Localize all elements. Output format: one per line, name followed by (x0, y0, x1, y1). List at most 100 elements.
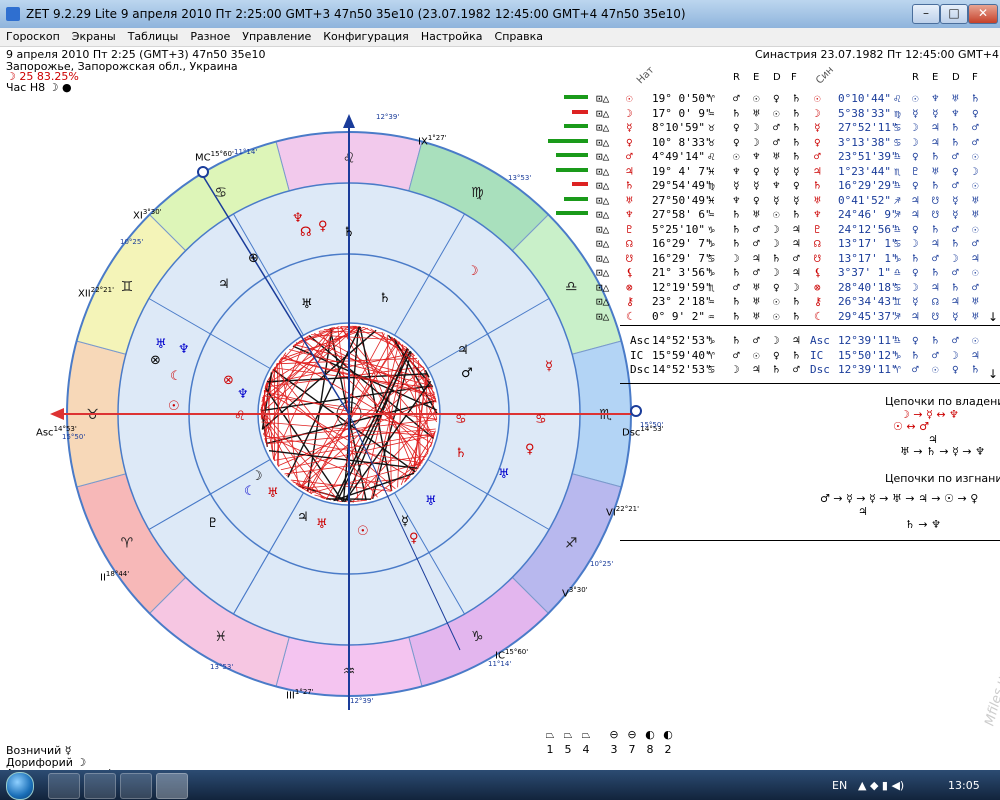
fall: ♂ (793, 251, 800, 265)
cusp-ix-text: IX (418, 136, 428, 148)
taskbar-calculator-icon[interactable] (48, 773, 80, 799)
taskbar-office-icon[interactable] (120, 773, 152, 799)
aspect-line (260, 383, 267, 416)
angle-sign: ♈ (708, 348, 715, 362)
language-indicator[interactable]: EN (832, 779, 847, 792)
menu-horoscope[interactable]: Гороскоп (0, 28, 66, 43)
table-row[interactable]: ⊡△ ☽ 17° 0' 9" ♒ ♄ ♅ ☉ ♄ ☽ 5°38'33" ♍ ☿ ☿ ♆ ♀ (548, 107, 998, 121)
syn-ruler: ☽ (912, 135, 919, 149)
planet-glyph-icon: ♋ (455, 412, 467, 427)
cusp-ix-degree: 1°27' (427, 134, 447, 142)
syn-planet-glyph: ☉ (814, 92, 821, 105)
syn-exaltation: ♄ (932, 150, 939, 163)
table-row[interactable]: ⊡△ ☉ 19° 0'50" ♈ ♂ ☉ ♀ ♄ ☉ 0°10'44" ♌ ☉ ♆ ♅ ♄ (548, 92, 998, 106)
aspect-line (418, 360, 421, 466)
aspect-line (309, 337, 393, 494)
syn-detriment: ♄ (952, 280, 959, 294)
syn-position: 24°12'56" (838, 222, 898, 236)
strength-bar (548, 138, 588, 143)
aspect-line (298, 485, 355, 503)
scroll-down-icon-2[interactable]: ↓ (988, 367, 998, 381)
fall: ♃ (793, 237, 800, 250)
menu-settings[interactable]: Настройка (415, 28, 489, 43)
table-row[interactable]: ⊡△ ♇ 5°25'10" ♑ ♄ ♂ ☽ ♃ ♇ 24°12'56" ♎ ♀ ♄ ♂ ☉ (548, 223, 998, 237)
aspect-line (292, 345, 438, 411)
menu-tables[interactable]: Таблицы (122, 28, 185, 43)
menu-misc[interactable]: Разное (184, 28, 236, 43)
aspect-boxes-icon: ⊡△ (596, 135, 610, 149)
table-row[interactable]: ⊡△ ☋ 16°29' 7" ♋ ☽ ♃ ♄ ♂ ☋ 13°17' 1" ♑ ♄ ♂ ☽ ♃ (548, 252, 998, 266)
clock[interactable]: 13:05 (948, 779, 980, 792)
aspect-line (404, 431, 436, 483)
table-row[interactable]: ⊡△ ♀ 10° 8'33" ♉ ♀ ☽ ♂ ♄ ♀ 3°13'38" ♋ ☽ ♃ ♄ ♂ (548, 136, 998, 150)
aspect-line (260, 406, 268, 447)
aspect-line (286, 368, 425, 477)
angle-row[interactable]: Dsc 14°52'53" ♋ ☽ ♃ ♄ ♂ Dsc 12°39'11" ♈ ♂ ☉ ♀ ♄ (548, 363, 998, 377)
aspect-line (277, 360, 280, 466)
sign-glyph: ♏ (708, 280, 715, 294)
angle-position: 14°52'53" (652, 334, 712, 347)
syn-detriment: ♄ (952, 237, 959, 250)
exaltation: ♂ (753, 237, 760, 250)
ruler: ♄ (733, 309, 740, 323)
ic-degree: 15°60' (504, 648, 529, 656)
aspect-line (343, 380, 432, 503)
menu-configuration[interactable]: Конфигурация (317, 28, 415, 43)
middle-ring (188, 253, 510, 575)
table-row[interactable]: ⊡△ ⚷ 23° 2'18" ♒ ♄ ♅ ☉ ♄ ⚷ 26°34'43" ♊ ☿ ☊ ♃ ♅ (548, 295, 998, 309)
menu-control[interactable]: Управление (236, 28, 317, 43)
fall: ♄ (793, 150, 800, 163)
mc-natal-axis (202, 175, 350, 415)
cusp-v-text: V (562, 588, 569, 600)
tray-icons[interactable]: ▲ ◆ ▮ ◀) (858, 779, 904, 792)
position: 23° 2'18" (652, 295, 712, 308)
table-row[interactable]: ⊡△ ♃ 19° 4' 7" ♓ ♆ ♀ ☿ ☿ ♃ 1°23'44" ♏ ♇ ♅ ♀ ☽ (548, 165, 998, 179)
table-row[interactable]: ⊡△ ☾ 0° 9' 2" ♒ ♄ ♅ ☉ ♄ ☾ 29°45'37" ♐ ♃ ☋ ☿ ♅ (548, 310, 998, 324)
syn-exaltation: ♃ (932, 135, 939, 149)
angle-name: IC (630, 348, 644, 362)
exile-chain-1: ♂ → ☿ → ☿ → ♅ → ♃ → ☉ → ♀ (820, 492, 979, 505)
table-row[interactable]: ⊡△ ⊗ 12°19'59" ♏ ♂ ♅ ♀ ☽ ⊗ 28°40'18" ♋ ☽ ♃ ♄ ♂ (548, 281, 998, 295)
menu-help[interactable]: Справка (489, 28, 549, 43)
top-degree: 12°39' (376, 113, 400, 121)
angle-row[interactable]: Asc 14°52'53" ♑ ♄ ♂ ☽ ♃ Asc 12°39'11" ♎ ♀ ♄ ♂ ☉ (548, 334, 998, 348)
taskbar-zet-icon[interactable] (156, 773, 188, 799)
planet-glyph-icon: ♋ (535, 412, 547, 427)
mc-arrow-icon (343, 114, 355, 128)
table-row[interactable]: ⊡△ ♆ 27°58' 6" ♒ ♄ ♅ ☉ ♄ ♆ 24°46' 9" ♐ ♃ ☋ ☿ ♅ (548, 208, 998, 222)
cusp-ii-degree: 18°44' (105, 570, 130, 578)
aspect-line (319, 330, 384, 334)
table-row[interactable]: ⊡△ ♅ 27°50'49" ♓ ♆ ♀ ☿ ☿ ♅ 0°41'52" ♐ ♃ ☋ ☿ ♅ (548, 194, 998, 208)
minimize-button[interactable]: – (912, 4, 940, 24)
table-row[interactable]: ⊡△ ☊ 16°29' 7" ♑ ♄ ♂ ☽ ♃ ☊ 13°17' 1" ♋ ☽ ♃ ♄ ♂ (548, 237, 998, 251)
scroll-down-icon[interactable]: ↓ (988, 310, 998, 324)
ruler: ☽ (733, 251, 740, 265)
planet-glyph: ♂ (626, 150, 633, 163)
planet-glyph-icon: ☾ (170, 369, 182, 384)
aspect-line (261, 372, 273, 430)
aspect-line (381, 332, 434, 439)
aspect-line (284, 455, 427, 475)
taskbar-media-player-icon[interactable] (84, 773, 116, 799)
ic-minute: 11°14' (488, 660, 512, 668)
angle-detriment: ♀ (773, 348, 780, 362)
zodiac-sign-icon: ♓ (214, 629, 227, 645)
col-synastry-header: Син (814, 64, 836, 87)
exaltation: ☿ (753, 179, 760, 192)
house-cusp-line (148, 459, 271, 530)
planet-glyph: ⚸ (626, 266, 635, 279)
detriment: ♅ (773, 150, 780, 163)
table-row[interactable]: ⊡△ ♄ 29°54'49" ♍ ☿ ☿ ♆ ♀ ♄ 16°29'29" ♎ ♀ ♄ ♂ ☉ (548, 179, 998, 193)
table-row[interactable]: ⊡△ ♂ 4°49'14" ♌ ☉ ♆ ♅ ♄ ♂ 23°51'39" ♎ ♀ ♄ ♂ ☉ (548, 150, 998, 164)
table-row[interactable]: ⊡△ ⚸ 21° 3'56" ♑ ♄ ♂ ☽ ♃ ⚸ 3°37' 1" ♎ ♀ ♄ ♂ ☉ (548, 266, 998, 280)
start-button-icon[interactable] (6, 772, 34, 800)
maximize-button[interactable]: □ (940, 4, 968, 24)
zodiac-segment (275, 131, 423, 192)
syn-angle-exaltation: ♂ (932, 348, 939, 362)
table-row[interactable]: ⊡△ ☿ 8°10'59" ♉ ♀ ☽ ♂ ♄ ☿ 27°52'11" ♋ ☽ ♃ ♄ ♂ (548, 121, 998, 135)
menu-screens[interactable]: Экраны (66, 28, 122, 43)
strength-bar (556, 167, 588, 172)
title-bar: ZET 9.2.29 Lite 9 апреля 2010 Пт 2:25:00… (0, 0, 1000, 29)
angle-row[interactable]: IC 15°59'40" ♈ ♂ ☉ ♀ ♄ IC 15°50'12" ♑ ♄ ♂ ☽ ♃ (548, 349, 998, 363)
close-button[interactable]: ✕ (968, 4, 998, 24)
